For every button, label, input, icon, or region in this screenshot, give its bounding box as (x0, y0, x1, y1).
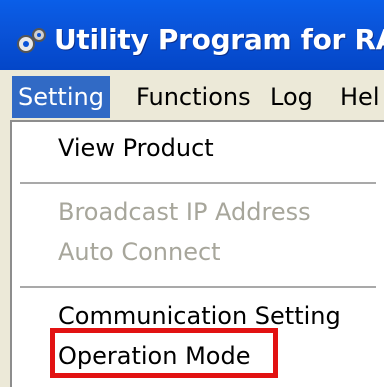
menu-separator (20, 182, 376, 184)
menu-help[interactable]: Hel (334, 76, 384, 118)
menu-item-view-product[interactable]: View Product (58, 130, 214, 166)
menu-setting[interactable]: Setting (12, 76, 110, 118)
menu-log[interactable]: Log (264, 76, 319, 118)
menu-item-operation-mode[interactable]: Operation Mode (58, 338, 250, 374)
menu-item-auto-connect: Auto Connect (58, 238, 221, 266)
menu-separator (20, 286, 376, 288)
title-bar[interactable]: Utility Program for RA (0, 0, 384, 70)
window-title: Utility Program for RA (54, 23, 384, 56)
menu-item-broadcast-ip-address: Broadcast IP Address (58, 198, 311, 226)
application-window: Utility Program for RA Setting Functions… (0, 0, 384, 387)
menu-bar: Setting Functions Log Hel (0, 70, 384, 122)
utility-gear-icon (17, 28, 46, 53)
menu-functions[interactable]: Functions (130, 76, 257, 118)
setting-dropdown-menu: View Product Broadcast IP Address Auto C… (10, 120, 384, 387)
menu-item-communication-setting[interactable]: Communication Setting (58, 298, 341, 334)
